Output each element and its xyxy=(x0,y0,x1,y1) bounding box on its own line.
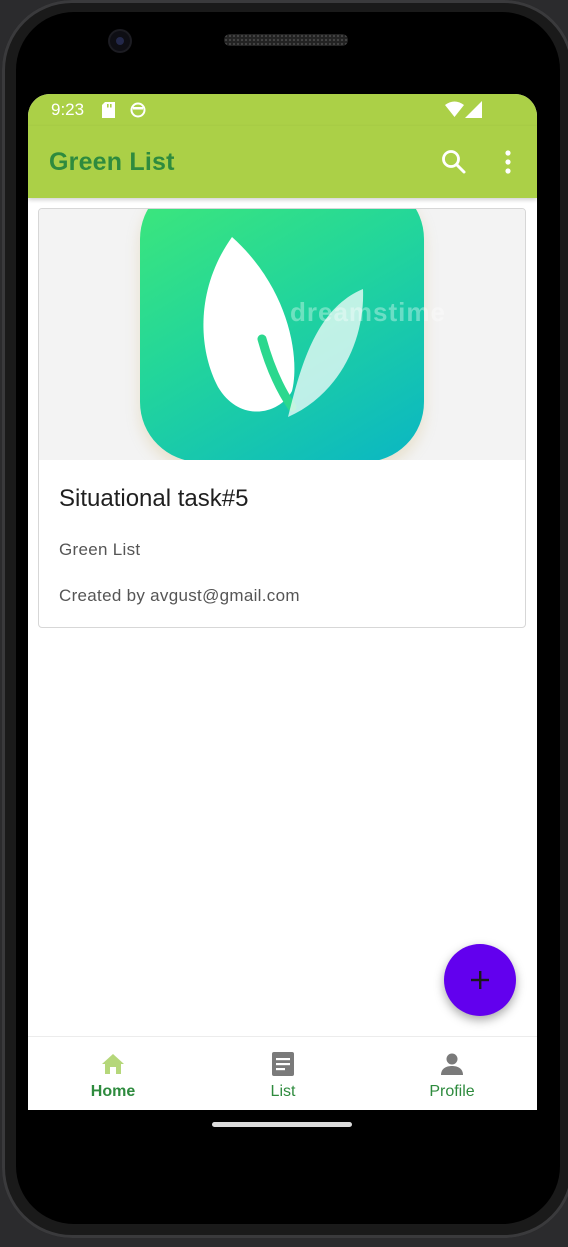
add-button[interactable] xyxy=(444,944,516,1016)
search-icon[interactable] xyxy=(440,148,468,176)
face-icon xyxy=(130,102,146,118)
nav-item-profile[interactable]: Profile xyxy=(367,1037,537,1110)
card-image: dreamstime xyxy=(39,209,525,460)
leaf-icon xyxy=(203,237,364,417)
nav-item-home[interactable]: Home xyxy=(28,1037,198,1110)
nav-label-profile: Profile xyxy=(429,1083,475,1100)
app-bar: Green List xyxy=(28,126,537,198)
bottom-navigation: Home List Profile xyxy=(28,1036,537,1110)
list-icon xyxy=(272,1052,294,1076)
nav-label-list: List xyxy=(270,1083,296,1100)
image-watermark: dreamstime xyxy=(290,297,446,327)
sd-card-icon xyxy=(102,102,115,118)
app-screen: 9:23 Green List dreamstime Situational t… xyxy=(28,94,537,1110)
leaf-app-icon: dreamstime xyxy=(140,209,445,460)
home-icon xyxy=(102,1054,124,1074)
status-time: 9:23 xyxy=(51,100,85,119)
app-title: Green List xyxy=(49,148,175,176)
front-camera xyxy=(110,31,130,51)
nav-label-home: Home xyxy=(90,1083,136,1100)
status-bar: 9:23 xyxy=(28,94,537,126)
add-icon xyxy=(471,971,489,989)
person-icon xyxy=(441,1053,463,1075)
signal-icon xyxy=(465,101,482,118)
task-card[interactable]: dreamstime Situational task#5 Green List… xyxy=(38,208,526,628)
card-subtitle: Green List xyxy=(59,540,141,559)
earpiece-speaker xyxy=(224,34,348,46)
nav-item-list[interactable]: List xyxy=(198,1037,368,1110)
card-title: Situational task#5 xyxy=(59,485,249,512)
card-author: Created by avgust@gmail.com xyxy=(59,586,300,605)
more-vert-icon[interactable] xyxy=(498,148,518,176)
wifi-icon xyxy=(445,101,464,117)
home-indicator[interactable] xyxy=(212,1122,352,1127)
